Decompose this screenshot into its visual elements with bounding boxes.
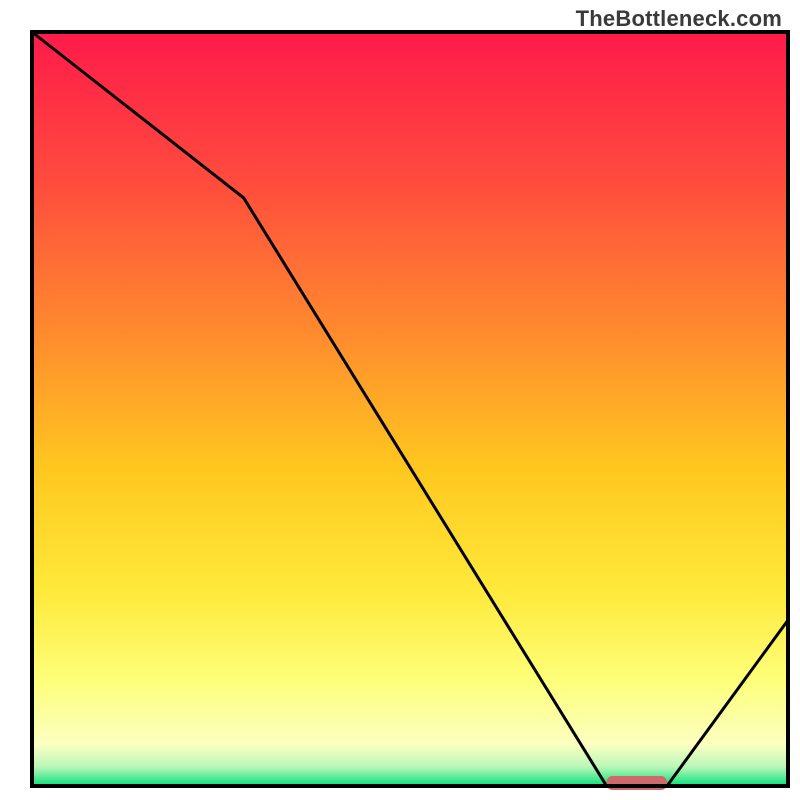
gradient-background — [32, 32, 788, 786]
bottleneck-chart — [0, 0, 800, 800]
chart-container: TheBottleneck.com — [0, 0, 800, 800]
watermark-text: TheBottleneck.com — [576, 6, 782, 32]
plot-area — [32, 32, 788, 790]
